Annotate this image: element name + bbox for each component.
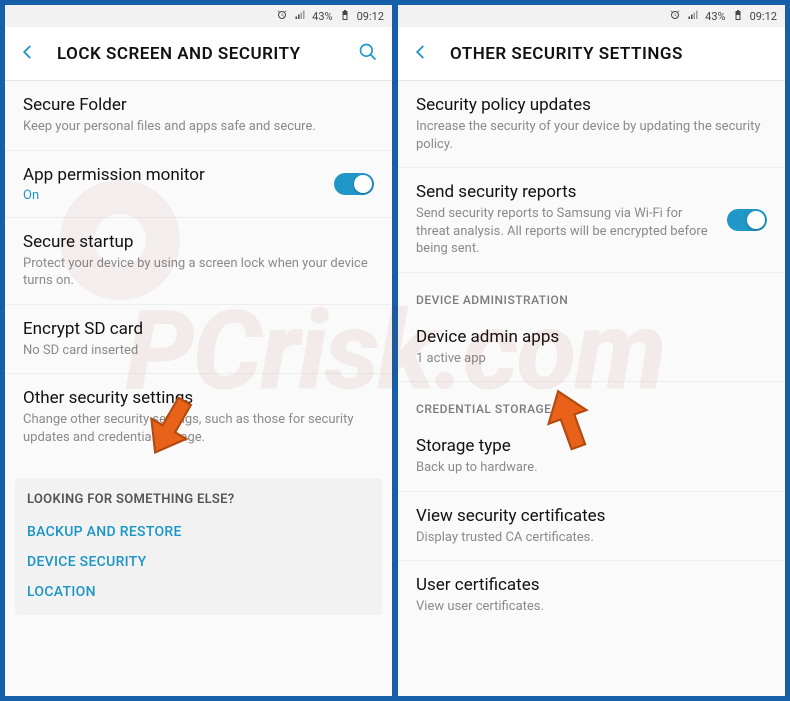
item-subtitle: Display trusted CA certificates. [416, 529, 767, 547]
setting-encrypt-sd-card[interactable]: Encrypt SD card No SD card inserted [5, 304, 392, 374]
item-subtitle: Back up to hardware. [416, 459, 767, 477]
section-credential-storage: CREDENTIAL STORAGE [398, 381, 785, 422]
signal-icon [687, 9, 699, 24]
item-title: User certificates [416, 575, 767, 595]
page-title: OTHER SECURITY SETTINGS [450, 44, 771, 64]
footer-card: LOOKING FOR SOMETHING ELSE? BACKUP AND R… [15, 478, 382, 615]
setting-secure-startup[interactable]: Secure startup Protect your device by us… [5, 217, 392, 304]
item-subtitle: Change other security settings, such as … [23, 411, 374, 446]
page-title: LOCK SCREEN AND SECURITY [57, 44, 338, 64]
item-subtitle: Keep your personal files and apps safe a… [23, 118, 374, 136]
footer-title: LOOKING FOR SOMETHING ELSE? [27, 492, 370, 507]
item-subtitle: View user certificates. [416, 598, 767, 616]
toggle-switch[interactable] [334, 173, 374, 195]
item-title: Secure startup [23, 232, 374, 252]
item-subtitle: Increase the security of your device by … [416, 118, 767, 153]
footer-link-device-security[interactable]: DEVICE SECURITY [27, 547, 370, 577]
item-subtitle: No SD card inserted [23, 342, 374, 360]
battery-text: 43% [705, 10, 725, 23]
back-icon[interactable] [19, 43, 37, 65]
item-title: Security policy updates [416, 95, 767, 115]
clock-text: 09:12 [357, 10, 384, 23]
battery-icon [732, 9, 744, 24]
footer-link-location[interactable]: LOCATION [27, 577, 370, 607]
item-title: Storage type [416, 436, 767, 456]
status-bar: 43% 09:12 [398, 5, 785, 27]
item-title: Encrypt SD card [23, 319, 374, 339]
back-icon[interactable] [412, 43, 430, 65]
item-title: Device admin apps [416, 327, 767, 347]
item-subtitle: Protect your device by using a screen lo… [23, 255, 374, 290]
item-title: Send security reports [416, 182, 717, 202]
title-bar: LOCK SCREEN AND SECURITY [5, 27, 392, 81]
setting-send-security-reports[interactable]: Send security reports Send security repo… [398, 167, 785, 272]
settings-list: Security policy updates Increase the sec… [398, 81, 785, 696]
search-icon[interactable] [358, 42, 378, 66]
setting-view-security-certificates[interactable]: View security certificates Display trust… [398, 491, 785, 561]
footer-link-backup[interactable]: BACKUP AND RESTORE [27, 517, 370, 547]
battery-icon [339, 9, 351, 24]
item-subtitle: Send security reports to Samsung via Wi-… [416, 205, 717, 258]
alarm-icon [276, 9, 288, 24]
left-phone: 43% 09:12 LOCK SCREEN AND SECURITY Secur… [5, 5, 392, 696]
item-title: App permission monitor [23, 165, 324, 185]
section-device-admin: DEVICE ADMINISTRATION [398, 272, 785, 313]
signal-icon [294, 9, 306, 24]
item-status: On [23, 188, 324, 203]
item-title: Other security settings [23, 388, 374, 408]
setting-storage-type[interactable]: Storage type Back up to hardware. [398, 422, 785, 491]
item-subtitle: 1 active app [416, 350, 767, 368]
toggle-switch[interactable] [727, 209, 767, 231]
setting-secure-folder[interactable]: Secure Folder Keep your personal files a… [5, 81, 392, 150]
item-title: View security certificates [416, 506, 767, 526]
setting-user-certificates[interactable]: User certificates View user certificates… [398, 560, 785, 630]
setting-other-security-settings[interactable]: Other security settings Change other sec… [5, 373, 392, 460]
setting-app-permission-monitor[interactable]: App permission monitor On [5, 150, 392, 217]
setting-security-policy-updates[interactable]: Security policy updates Increase the sec… [398, 81, 785, 167]
status-bar: 43% 09:12 [5, 5, 392, 27]
alarm-icon [669, 9, 681, 24]
setting-device-admin-apps[interactable]: Device admin apps 1 active app [398, 313, 785, 382]
clock-text: 09:12 [750, 10, 777, 23]
battery-text: 43% [312, 10, 332, 23]
title-bar: OTHER SECURITY SETTINGS [398, 27, 785, 81]
settings-list: Secure Folder Keep your personal files a… [5, 81, 392, 696]
right-phone: 43% 09:12 OTHER SECURITY SETTINGS Securi… [398, 5, 785, 696]
item-title: Secure Folder [23, 95, 374, 115]
